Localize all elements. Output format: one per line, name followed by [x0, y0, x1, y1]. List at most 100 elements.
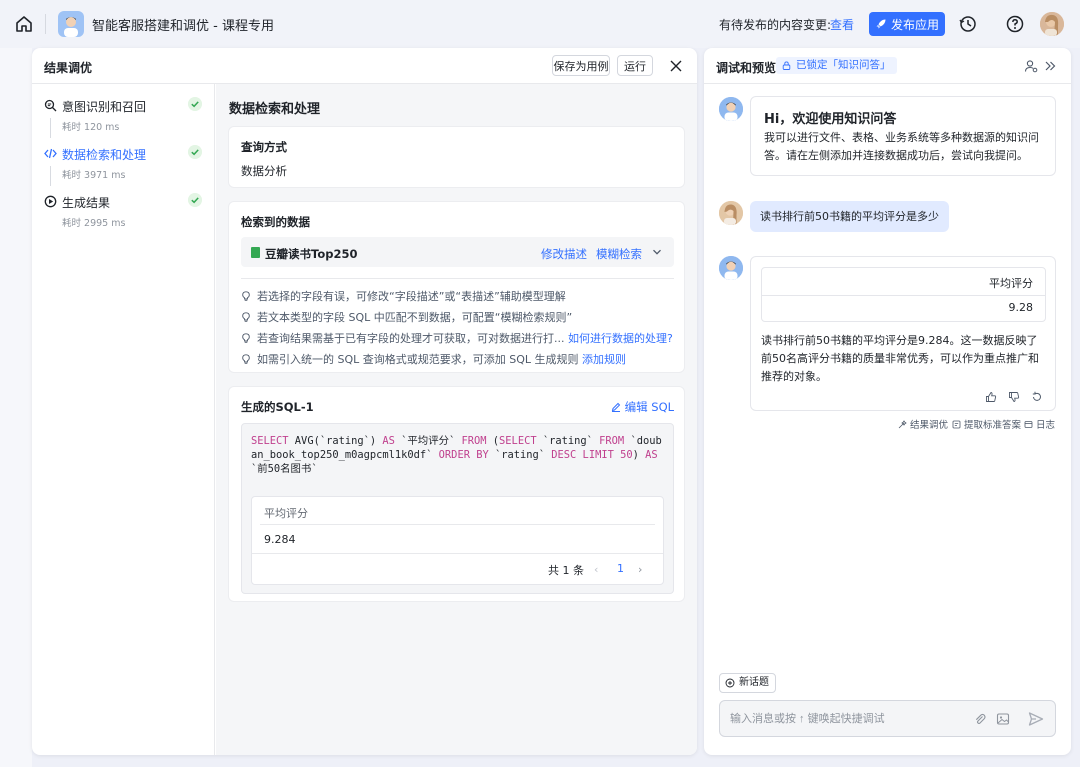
rocket-icon: [876, 19, 886, 29]
bot-avatar: [719, 97, 743, 121]
result-tuning-action[interactable]: 结果调优: [898, 417, 948, 431]
sql-text: (: [486, 435, 500, 447]
play-circle-icon: [44, 195, 57, 208]
dataset-name: 豆瓣读书Top250: [265, 247, 358, 261]
sql-text: `rating`: [536, 435, 600, 447]
refresh-icon[interactable]: [1031, 391, 1043, 403]
thumbs-up-icon[interactable]: [985, 391, 997, 403]
step-time: 耗时 120 ms: [62, 122, 120, 133]
view-changes-link[interactable]: 查看: [830, 16, 854, 33]
chat-input[interactable]: [730, 710, 960, 728]
bot-avatar: [719, 256, 743, 280]
dataset-row[interactable]: 豆瓣读书Top250 修改描述 模糊检索: [241, 237, 674, 267]
answer-table-cell: 9.28: [1008, 301, 1034, 314]
user-avatar[interactable]: [1040, 12, 1064, 36]
collapse-icon[interactable]: [1043, 59, 1057, 73]
pencil-icon: [611, 402, 621, 412]
step-connector: [50, 166, 51, 186]
bulb-icon: [242, 354, 250, 364]
sql-code-box: SELECT AVG(`rating`) AS `平均评分` FROM (SEL…: [241, 423, 674, 594]
step-detail: 数据检索和处理 查询方式 数据分析 检索到的数据 豆瓣读书Top250 修改描述…: [216, 84, 697, 755]
home-icon[interactable]: [14, 14, 34, 34]
divider: [241, 278, 674, 279]
sql-text: AVG(`rating`): [288, 435, 383, 447]
answer-text: 读书排行前50书籍的平均评分是9.284。这一数据反映了前50名高评分书籍的质量…: [761, 334, 1039, 383]
user-settings-icon[interactable]: [1024, 59, 1038, 73]
tip-text: 若查询结果需基于已有字段的处理才可获取，可对数据进行打...: [257, 332, 565, 345]
app-title: 智能客服搭建和调优 - 课程专用: [92, 19, 274, 34]
query-method-value: 数据分析: [241, 164, 287, 178]
result-cell: 9.284: [264, 533, 296, 546]
prev-page-icon[interactable]: ‹: [594, 563, 598, 576]
sql-result-table: 平均评分 9.284 共 1 条 ‹ 1 ›: [251, 496, 664, 585]
tune-icon: [898, 420, 907, 429]
retrieved-data-card: 检索到的数据 豆瓣读书Top250 修改描述 模糊检索 若选择的字段有误，可修改…: [228, 201, 685, 373]
sql-keyword: AS: [382, 435, 395, 447]
thumbs-down-icon[interactable]: [1008, 391, 1020, 403]
answer-table: 平均评分 9.28: [761, 267, 1046, 322]
divider: [260, 524, 655, 525]
debug-preview-panel: 调试和预览 已锁定「知识问答」 Hi，欢迎使用知识问答 我可以进行文件、表格、业…: [704, 48, 1071, 755]
tip-text: 如需引入统一的 SQL 查询格式或规范要求，可添加 SQL 生成规则: [257, 353, 579, 366]
save-as-example-button[interactable]: 保存为用例: [552, 55, 610, 76]
close-icon[interactable]: [668, 58, 684, 74]
pending-changes-label: 有待发布的内容变更:: [719, 18, 832, 32]
bulb-icon: [242, 291, 250, 301]
check-icon: [188, 193, 202, 207]
welcome-body: 我可以进行文件、表格、业务系统等多种数据源的知识问答。请在左侧添加并连接数据成功…: [764, 131, 1039, 162]
plus-circle-icon: [725, 678, 735, 688]
divider: [252, 553, 663, 554]
step-name: 生成结果: [62, 196, 111, 210]
fuzzy-search-link[interactable]: 模糊检索: [596, 246, 642, 262]
tip-text: 若文本类型的字段 SQL 中匹配不到数据，可配置“模糊检索规则”: [257, 311, 573, 324]
bulb-icon: [242, 312, 250, 322]
log-action[interactable]: 日志: [1024, 417, 1055, 431]
publish-button[interactable]: 发布应用: [869, 12, 945, 36]
user-question-bubble: 读书排行前50书籍的平均评分是多少: [750, 201, 949, 232]
new-topic-button[interactable]: 新话题: [719, 673, 776, 693]
next-page-icon[interactable]: ›: [638, 563, 642, 576]
card-title: 生成的SQL-1: [241, 400, 314, 414]
modify-description-link[interactable]: 修改描述: [541, 246, 587, 262]
panel-header: 结果调优 保存为用例 运行: [32, 48, 697, 84]
panel-title: 调试和预览: [716, 61, 777, 75]
data-processing-help-link[interactable]: 如何进行数据的处理?: [568, 332, 673, 345]
panel-title: 结果调优: [44, 61, 93, 75]
pagination-total: 共 1 条: [548, 564, 584, 577]
sql-keyword: DESC LIMIT: [551, 449, 614, 461]
welcome-title: Hi，欢迎使用知识问答: [764, 112, 897, 127]
locked-tag: 已锁定「知识问答」: [776, 57, 897, 74]
sql-text: ): [632, 449, 646, 461]
edit-sql-button[interactable]: 编辑 SQL: [611, 399, 674, 415]
query-method-card: 查询方式 数据分析: [228, 126, 685, 188]
extract-standard-answer-action[interactable]: 提取标准答案: [952, 417, 1021, 431]
sql-text: `rating`: [488, 449, 552, 461]
chevron-down-icon[interactable]: [652, 247, 662, 257]
sql-code: SELECT AVG(`rating`) AS `平均评分` FROM (SEL…: [251, 434, 666, 476]
log-icon: [1024, 421, 1033, 428]
sql-keyword: AS: [645, 449, 658, 461]
edit-sql-label: 编辑 SQL: [624, 400, 675, 414]
action-label: 日志: [1036, 420, 1056, 431]
divider: [45, 14, 46, 34]
send-icon[interactable]: [1028, 711, 1044, 727]
sql-keyword: 50: [620, 449, 633, 461]
chat-input-box: [719, 700, 1056, 737]
doc-extract-icon: [952, 420, 961, 429]
step-list: 意图识别和召回 耗时 120 ms 数据检索和处理 耗时 3971 ms 生成结…: [32, 84, 215, 755]
image-icon[interactable]: [996, 712, 1010, 726]
welcome-message: Hi，欢迎使用知识问答 我可以进行文件、表格、业务系统等多种数据源的知识问答。请…: [750, 96, 1056, 176]
step-name: 意图识别和召回: [62, 100, 147, 114]
generated-sql-card: 生成的SQL-1 编辑 SQL SELECT AVG(`rating`) AS …: [228, 386, 685, 602]
section-title: 数据检索和处理: [229, 102, 321, 117]
tip-item: 如需引入统一的 SQL 查询格式或规范要求，可添加 SQL 生成规则 添加规则: [241, 351, 626, 367]
add-rule-link[interactable]: 添加规则: [582, 353, 626, 366]
history-icon[interactable]: [958, 14, 978, 34]
attachment-icon[interactable]: [973, 712, 987, 726]
step-time: 耗时 2995 ms: [62, 218, 126, 229]
sql-keyword: SELECT: [499, 435, 537, 447]
lock-icon: [782, 61, 791, 70]
run-button[interactable]: 运行: [617, 55, 653, 76]
help-icon[interactable]: [1005, 14, 1025, 34]
page-number[interactable]: 1: [617, 562, 624, 575]
